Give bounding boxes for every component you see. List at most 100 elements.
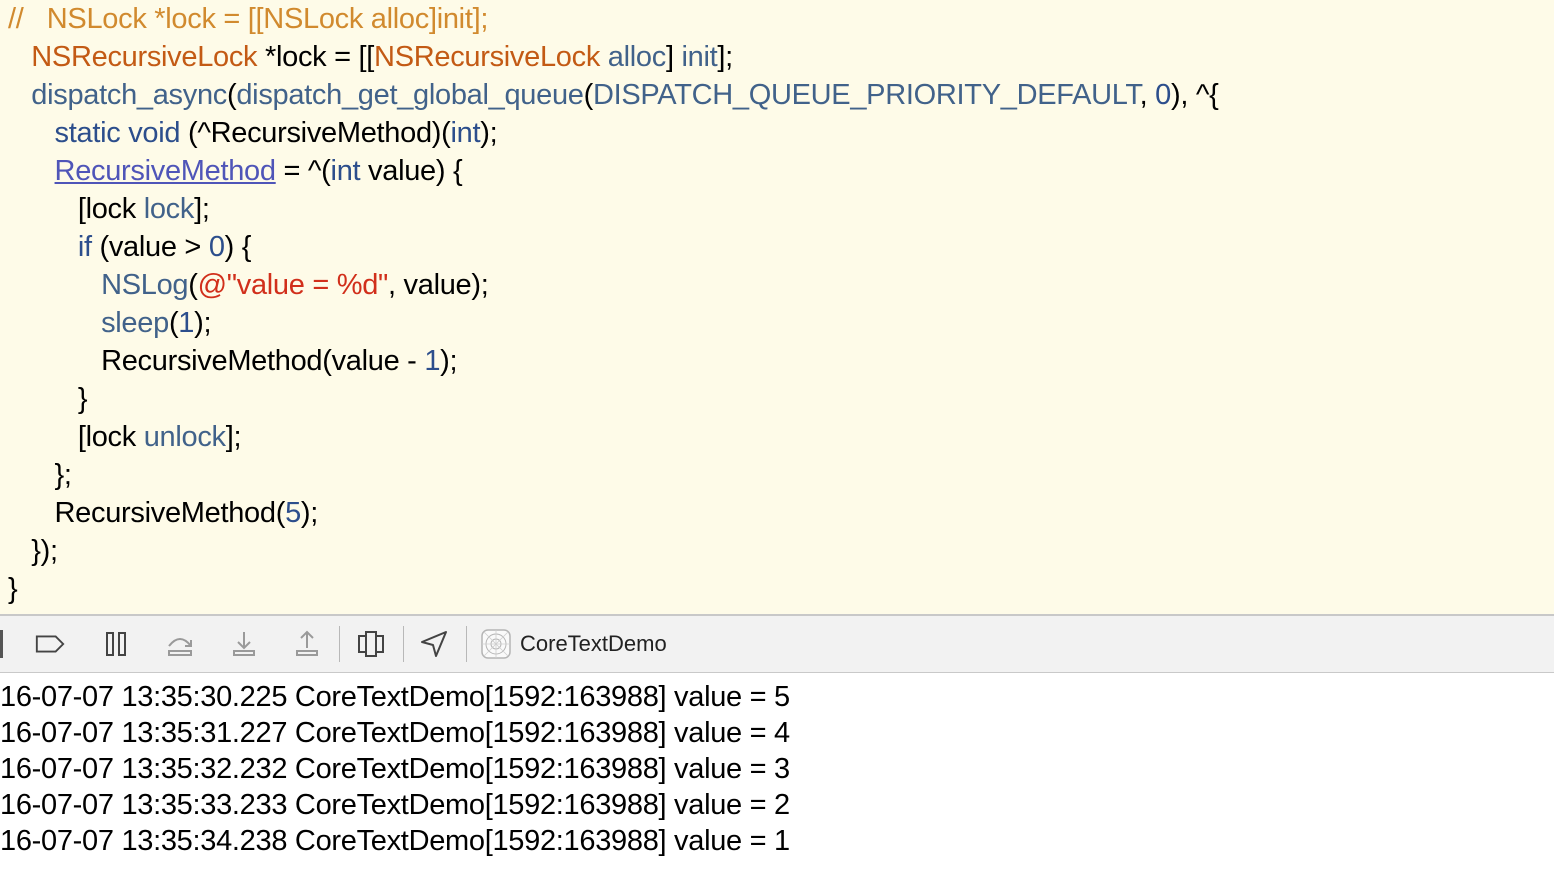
step-over-button[interactable] <box>164 628 196 660</box>
code-token: RecursiveMethod <box>54 155 276 187</box>
code-token: }); <box>8 535 58 567</box>
pause-button[interactable] <box>100 628 132 660</box>
code-line[interactable]: // NSLock *lock = [[NSLock alloc]init]; <box>8 0 488 38</box>
code-token: ); <box>440 345 458 377</box>
step-out-icon <box>296 630 318 656</box>
code-token: ]; <box>194 193 210 225</box>
code-editor[interactable]: // NSLock *lock = [[NSLock alloc]init]; … <box>0 0 1554 614</box>
code-token: }; <box>8 459 72 491</box>
scheme-selector[interactable] <box>480 628 512 660</box>
console-line: 16-07-07 13:35:34.238 CoreTextDemo[1592:… <box>0 825 790 857</box>
code-token: sleep <box>101 307 169 339</box>
console-output[interactable]: 16-07-07 13:35:30.225 CoreTextDemo[1592:… <box>0 673 1554 872</box>
code-token: alloc <box>607 41 666 73</box>
code-token: , <box>1139 79 1156 111</box>
code-token: lock <box>143 193 195 225</box>
code-line[interactable]: NSLog(@"value = %d", value); <box>8 266 489 304</box>
code-token: RecursiveMethod( <box>8 497 286 529</box>
code-token: ( <box>226 79 237 111</box>
code-token: ( <box>188 269 198 301</box>
code-line[interactable]: RecursiveMethod(5); <box>8 494 319 532</box>
code-token: ( <box>168 307 179 339</box>
breakpoints-toggle-button[interactable] <box>34 628 66 660</box>
step-into-button[interactable] <box>228 628 260 660</box>
code-token: [lock <box>8 421 144 453</box>
console-line: 16-07-07 13:35:32.232 CoreTextDemo[1592:… <box>0 753 790 785</box>
code-token: ); <box>194 307 212 339</box>
code-token: @"value = %d" <box>197 269 389 301</box>
code-token: NSLog <box>101 269 189 301</box>
code-line[interactable]: NSRecursiveLock *lock = [[NSRecursiveLoc… <box>8 38 733 76</box>
code-token: *lock = [[ <box>257 41 375 73</box>
code-token: 0 <box>1155 79 1171 111</box>
code-token: 5 <box>285 497 301 529</box>
code-token: 0 <box>208 231 225 263</box>
step-out-button[interactable] <box>291 628 323 660</box>
code-token: NSRecursiveLock <box>31 41 258 73</box>
code-token: init <box>681 41 718 73</box>
code-line[interactable]: RecursiveMethod(value - 1); <box>8 342 458 380</box>
code-token: NSRecursiveLock <box>374 41 601 73</box>
code-token: ( <box>583 79 594 111</box>
toolbar-separator <box>403 626 404 662</box>
code-token: } <box>8 573 18 605</box>
console-line: 16-07-07 13:35:33.233 CoreTextDemo[1592:… <box>0 789 790 821</box>
code-token: ]; <box>225 421 242 453</box>
code-token: [lock <box>8 193 144 225</box>
code-line[interactable]: [lock lock]; <box>8 190 210 228</box>
code-token: if <box>77 231 92 263</box>
code-line[interactable]: if (value > 0) { <box>8 228 252 266</box>
code-token: (value > <box>91 231 209 263</box>
code-token: // NSLock *lock = [[NSLock alloc]init]; <box>8 3 489 35</box>
step-into-icon <box>233 632 255 656</box>
console-line: 16-07-07 13:35:31.227 CoreTextDemo[1592:… <box>0 717 790 749</box>
scheme-label[interactable]: CoreTextDemo <box>520 630 667 658</box>
code-line[interactable]: sleep(1); <box>8 304 211 342</box>
code-token: unlock <box>143 421 226 453</box>
code-token: 1 <box>424 345 441 377</box>
code-token: , value); <box>388 269 489 301</box>
console-line: 16-07-07 13:35:30.225 CoreTextDemo[1592:… <box>0 681 790 713</box>
code-token: ) { <box>224 231 252 263</box>
toolbar-separator <box>339 626 340 662</box>
view-hierarchy-icon <box>358 631 384 657</box>
code-token: dispatch_get_global_queue <box>236 79 584 111</box>
code-token: static void <box>54 117 181 149</box>
code-token: ), ^{ <box>1171 79 1219 111</box>
code-token: ] <box>665 41 682 73</box>
code-line[interactable]: static void (^RecursiveMethod)(int); <box>8 114 498 152</box>
view-hierarchy-button[interactable] <box>355 628 387 660</box>
code-token: } <box>8 383 88 415</box>
app-target-icon <box>481 629 511 659</box>
step-over-icon <box>168 638 192 656</box>
console-toggle-edge[interactable] <box>0 630 3 658</box>
code-line[interactable]: } <box>8 570 18 608</box>
toolbar-separator <box>466 626 467 662</box>
code-line[interactable]: [lock unlock]; <box>8 418 242 456</box>
code-token: ); <box>300 497 319 529</box>
code-line[interactable]: } <box>8 380 88 418</box>
breakpoint-icon <box>35 635 65 653</box>
code-token: RecursiveMethod(value - <box>8 345 425 377</box>
debug-toolbar: CoreTextDemo <box>0 616 1554 673</box>
code-line[interactable]: }); <box>8 532 58 570</box>
pause-icon <box>106 632 126 656</box>
code-token: = ^( <box>275 155 331 187</box>
code-token: (^RecursiveMethod)( <box>180 117 451 149</box>
code-token: int <box>450 117 481 149</box>
code-line[interactable]: dispatch_async(dispatch_get_global_queue… <box>8 76 1219 114</box>
code-token: value) { <box>360 155 463 187</box>
code-token: ); <box>480 117 498 149</box>
code-token: DISPATCH_QUEUE_PRIORITY_DEFAULT <box>592 79 1140 111</box>
code-line[interactable]: RecursiveMethod = ^(int value) { <box>8 152 463 190</box>
simulate-location-button[interactable] <box>418 628 450 660</box>
code-token: ]; <box>717 41 733 73</box>
location-arrow-icon <box>421 631 447 657</box>
code-token: 1 <box>178 307 195 339</box>
code-line[interactable]: }; <box>8 456 72 494</box>
